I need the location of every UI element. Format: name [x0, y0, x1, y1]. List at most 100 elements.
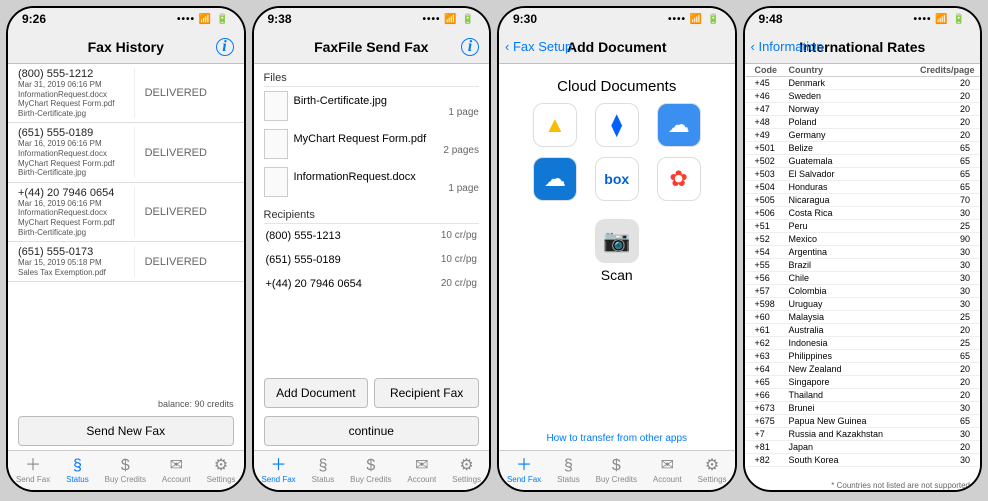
tab-status[interactable]: §Status	[557, 458, 580, 484]
tab-label: Buy Credits	[350, 475, 391, 484]
continue-button[interactable]: continue	[264, 416, 480, 446]
rate-credits: 65	[920, 143, 970, 153]
rate-row: +56Chile30	[745, 272, 981, 285]
rate-country: Belize	[789, 143, 921, 153]
tab-account[interactable]: ✉Account	[162, 458, 191, 484]
file-thumb-icon	[264, 167, 288, 197]
back-button[interactable]: ‹ Information	[751, 39, 824, 54]
rate-code: +64	[755, 364, 789, 374]
rate-code: +61	[755, 325, 789, 335]
file-name: MyChart Request Form.pdf	[294, 133, 480, 145]
tab-status[interactable]: §Status	[312, 458, 335, 484]
page-title: Add Document	[567, 39, 667, 55]
rate-country: Peru	[789, 221, 921, 231]
fax-files: InformationRequest.docxMyChart Request F…	[18, 90, 134, 119]
tab-send-fax[interactable]: ＋Send Fax	[16, 458, 50, 484]
statusbar: 9:30 •••• 📶 🔋	[499, 8, 735, 30]
info-icon[interactable]: i	[216, 38, 234, 56]
photos-icon[interactable]: ✿	[657, 157, 701, 201]
tab-buy-credits[interactable]: $Buy Credits	[596, 458, 637, 484]
tab-send-fax[interactable]: ＋Send Fax	[507, 458, 541, 484]
tab-settings[interactable]: ⚙Settings	[207, 458, 236, 484]
tab-account[interactable]: ✉Account	[407, 458, 436, 484]
box-icon[interactable]: box	[595, 157, 639, 201]
rate-credits: 30	[920, 273, 970, 283]
rate-row: +673Brunei30	[745, 402, 981, 415]
fax-files: InformationRequest.docxMyChart Request F…	[18, 149, 134, 178]
fax-date: Mar 15, 2019 05:18 PM	[18, 258, 134, 268]
tab-label: Account	[407, 475, 436, 484]
rate-row: +7Russia and Kazakhstan30	[745, 428, 981, 441]
rate-country: Denmark	[789, 78, 921, 88]
phone-send-fax: 9:38 •••• 📶 🔋 FaxFile Send Fax i Files B…	[252, 6, 492, 492]
rate-country: Australia	[789, 325, 921, 335]
history-row[interactable]: (651) 555-0173Mar 15, 2019 05:18 PMSales…	[8, 242, 244, 282]
recipient-row[interactable]: +(44) 20 7946 065420 cr/pg	[254, 272, 490, 296]
navbar: Fax History i	[8, 30, 244, 64]
rate-credits: 25	[920, 221, 970, 231]
file-row[interactable]: Birth-Certificate.jpg1 page	[254, 87, 490, 125]
col-code: Code	[755, 65, 789, 75]
rate-country: Indonesia	[789, 338, 921, 348]
tab-label: Send Fax	[261, 475, 295, 484]
tab-status[interactable]: §Status	[66, 458, 89, 484]
status-icon: §	[73, 458, 82, 474]
recipient-row[interactable]: (651) 555-018910 cr/pg	[254, 248, 490, 272]
settings-icon: ⚙	[214, 458, 228, 474]
send-new-fax-button[interactable]: Send New Fax	[18, 416, 234, 446]
rate-credits: 30	[920, 299, 970, 309]
scan-label: Scan	[601, 267, 633, 283]
navbar: ‹ Fax Setup Add Document	[499, 30, 735, 64]
dropbox-icon[interactable]: ⧫	[595, 103, 639, 147]
rate-row: +675Papua New Guinea65	[745, 415, 981, 428]
scan-block: 📷 Scan	[499, 219, 735, 283]
tab-buy-credits[interactable]: $Buy Credits	[105, 458, 146, 484]
rate-code: +45	[755, 78, 789, 88]
status-time: 9:26	[22, 12, 46, 26]
tab-buy-credits[interactable]: $Buy Credits	[350, 458, 391, 484]
info-icon[interactable]: i	[461, 38, 479, 56]
back-button[interactable]: ‹ Fax Setup	[505, 39, 572, 54]
rate-row: +49Germany20	[745, 129, 981, 142]
recipient-row[interactable]: (800) 555-121310 cr/pg	[254, 224, 490, 248]
transfer-link[interactable]: How to transfer from other apps	[499, 433, 735, 450]
buy-credits-icon: $	[366, 458, 375, 474]
rate-code: +63	[755, 351, 789, 361]
rate-country: New Zealand	[789, 364, 921, 374]
rate-credits: 25	[920, 338, 970, 348]
fax-number: +(44) 20 7946 0654	[18, 187, 134, 199]
tab-label: Send Fax	[16, 475, 50, 484]
rate-credits: 20	[920, 78, 970, 88]
tab-settings[interactable]: ⚙Settings	[698, 458, 727, 484]
file-name: Birth-Certificate.jpg	[294, 95, 480, 107]
icloud-icon[interactable]: ☁	[657, 103, 701, 147]
tab-send-fax[interactable]: ＋Send Fax	[261, 458, 295, 484]
onedrive-icon[interactable]: ☁	[533, 157, 577, 201]
recipient-rate: 10 cr/pg	[441, 230, 477, 242]
file-row[interactable]: InformationRequest.docx1 page	[254, 163, 490, 201]
rate-country: Colombia	[789, 286, 921, 296]
tab-label: Status	[312, 475, 335, 484]
tab-account[interactable]: ✉Account	[653, 458, 682, 484]
scan-icon[interactable]: 📷	[595, 219, 639, 263]
rate-country: Malaysia	[789, 312, 921, 322]
history-row[interactable]: (651) 555-0189Mar 16, 2019 06:16 PMInfor…	[8, 123, 244, 182]
rate-credits: 20	[920, 117, 970, 127]
recipient-fax-button[interactable]: Recipient Fax	[374, 378, 479, 408]
add-document-button[interactable]: Add Document	[264, 378, 369, 408]
col-country: Country	[789, 65, 921, 75]
tab-settings[interactable]: ⚙Settings	[452, 458, 481, 484]
rates-list[interactable]: +45Denmark20+46Sweden20+47Norway20+48Pol…	[745, 77, 981, 478]
tab-label: Account	[653, 475, 682, 484]
google-drive-icon[interactable]: ▲	[533, 103, 577, 147]
history-row[interactable]: (800) 555-1212Mar 31, 2019 06:16 PMInfor…	[8, 64, 244, 123]
content: Cloud Documents ▲⧫☁☁box✿ 📷 Scan How to t…	[499, 64, 735, 450]
history-list[interactable]: (800) 555-1212Mar 31, 2019 06:16 PMInfor…	[8, 64, 244, 396]
rate-credits: 20	[920, 104, 970, 114]
file-row[interactable]: MyChart Request Form.pdf2 pages	[254, 125, 490, 163]
history-row[interactable]: +(44) 20 7946 0654Mar 16, 2019 06:16 PMI…	[8, 183, 244, 242]
recipient-rate: 20 cr/pg	[441, 278, 477, 290]
page-title: FaxFile Send Fax	[314, 39, 428, 55]
rate-row: +62Indonesia25	[745, 337, 981, 350]
buy-credits-icon: $	[121, 458, 130, 474]
